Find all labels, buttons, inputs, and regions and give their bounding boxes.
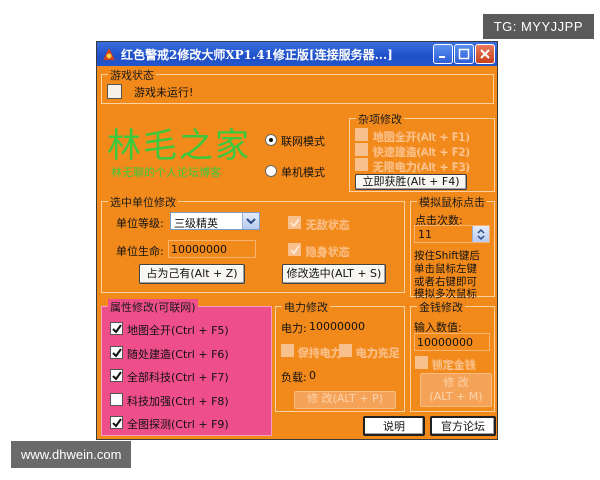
unit-level-select[interactable]: 三级精英 bbox=[170, 212, 260, 230]
radio-online-mode[interactable] bbox=[265, 134, 277, 146]
click-count-spinner[interactable]: 11 bbox=[414, 225, 490, 243]
misc-item-2: 快速建造(Alt + F2) bbox=[372, 145, 470, 158]
logo-text: 林毛之家 bbox=[107, 126, 251, 166]
misc-item-1: 地图全开(Alt + F1) bbox=[372, 130, 470, 143]
attr-checkbox-2[interactable] bbox=[110, 346, 123, 359]
check-icon bbox=[290, 218, 300, 228]
unit-life-label: 单位生命: bbox=[116, 245, 164, 258]
load-label: 负载: bbox=[281, 371, 307, 384]
load-input[interactable]: 0 bbox=[306, 366, 400, 384]
attr-item-5: 全图探测(Ctrl + F9) bbox=[127, 418, 229, 431]
official-forum-button[interactable]: 官方论坛 bbox=[430, 416, 496, 436]
money-input[interactable]: 10000000 bbox=[414, 333, 490, 351]
check-icon bbox=[112, 348, 122, 358]
logo-slogan: 林无聊的个人论坛博客 bbox=[111, 166, 221, 179]
single-mode-label: 单机模式 bbox=[281, 166, 325, 179]
misc-group: 杂项修改 地图全开(Alt + F1) 快速建造(Alt + F2) 无限电力(… bbox=[349, 111, 495, 192]
money-label: 金钱修改 bbox=[417, 299, 465, 315]
game-status-indicator bbox=[107, 84, 122, 99]
check-icon bbox=[112, 324, 122, 334]
unit-opt1-label: 无敌状态 bbox=[305, 218, 349, 231]
money-modify-button[interactable]: 修 改 (ALT + M) bbox=[420, 373, 492, 407]
money-group: 金钱修改 输入数值: 10000000 锁定金钱 修 改 (ALT + M) bbox=[410, 299, 495, 412]
money-modify-line1: 修 改 bbox=[443, 376, 469, 389]
attr-item-3: 全部科技(Ctrl + F7) bbox=[127, 371, 229, 384]
game-status-text: 游戏未运行! bbox=[134, 86, 194, 99]
close-icon bbox=[480, 49, 490, 59]
misc-checkbox-3[interactable] bbox=[355, 158, 368, 171]
watermark-bottom: www.dhwein.com bbox=[11, 441, 132, 468]
power-opt2-label: 电力充足 bbox=[355, 346, 399, 359]
power-label: 电力修改 bbox=[282, 299, 330, 315]
unit-opt1-checkbox[interactable] bbox=[288, 216, 301, 229]
unit-opt2-checkbox[interactable] bbox=[288, 243, 301, 256]
modify-selected-button[interactable]: 修改选中(ALT + S) bbox=[282, 264, 386, 284]
maximize-button[interactable] bbox=[454, 44, 474, 64]
attr-checkbox-1[interactable] bbox=[110, 322, 123, 335]
attribute-group: 属性修改(可联网) 地图全开(Ctrl + F5) 随处建造(Ctrl + F6… bbox=[101, 299, 272, 436]
lock-money-checkbox[interactable] bbox=[415, 356, 428, 369]
misc-label: 杂项修改 bbox=[356, 111, 404, 127]
attr-checkbox-5[interactable] bbox=[110, 416, 123, 429]
lock-money-label: 锁定金钱 bbox=[431, 358, 475, 371]
power-input[interactable]: 10000000 bbox=[306, 317, 400, 335]
money-modify-line2: (ALT + M) bbox=[429, 390, 483, 403]
attr-item-2: 随处建造(Ctrl + F6) bbox=[127, 348, 229, 361]
mouse-click-group: 模拟鼠标点击 点击次数: 11 按住Shift键后 单击鼠标左键 或者右键即可 … bbox=[410, 194, 495, 300]
power-opt1-label: 保持电力 bbox=[297, 346, 341, 359]
spin-icon[interactable] bbox=[472, 226, 489, 242]
maximize-icon bbox=[458, 48, 470, 60]
unit-level-value: 三级精英 bbox=[174, 217, 218, 230]
app-icon bbox=[103, 48, 115, 60]
power-group: 电力修改 电力: 10000000 保持电力 电力充足 负载: 0 修 改(AL… bbox=[275, 299, 405, 412]
window-title: 红色警戒2修改大师XP1.41修正版[连接服务器...] bbox=[121, 48, 393, 62]
unit-opt2-label: 隐身状态 bbox=[305, 245, 349, 258]
unit-group: 选中单位修改 单位等级: 三级精英 无敌状态 单位生命: 10000000 隐身… bbox=[101, 194, 405, 293]
unit-level-label: 单位等级: bbox=[116, 217, 164, 230]
attr-item-4: 科技加强(Ctrl + F8) bbox=[127, 395, 229, 408]
title-bar[interactable]: 红色警戒2修改大师XP1.41修正版[连接服务器...] bbox=[97, 42, 497, 66]
close-button[interactable] bbox=[475, 44, 495, 64]
help-button[interactable]: 说明 bbox=[363, 416, 425, 436]
unit-label: 选中单位修改 bbox=[108, 194, 178, 210]
game-status-label: 游戏状态 bbox=[108, 67, 156, 83]
minimize-button[interactable] bbox=[433, 44, 453, 64]
attribute-label: 属性修改(可联网) bbox=[108, 299, 198, 315]
check-icon bbox=[112, 418, 122, 428]
app-window: 红色警戒2修改大师XP1.41修正版[连接服务器...] 游戏状态 游戏未运行!… bbox=[96, 41, 498, 440]
take-over-button[interactable]: 占为己有(Alt + Z) bbox=[139, 264, 245, 284]
check-icon bbox=[290, 245, 300, 255]
instant-win-button[interactable]: 立即获胜(Alt + F4) bbox=[355, 174, 467, 190]
unit-life-input[interactable]: 10000000 bbox=[168, 240, 256, 258]
power-opt1-checkbox[interactable] bbox=[281, 344, 294, 357]
attr-checkbox-4[interactable] bbox=[110, 393, 123, 406]
attr-checkbox-3[interactable] bbox=[110, 369, 123, 382]
misc-item-3: 无限电力(Alt + F3) bbox=[372, 160, 470, 173]
watermark-top: TG: MYYJJPP bbox=[482, 14, 594, 39]
mouse-click-label: 模拟鼠标点击 bbox=[417, 194, 487, 210]
radio-single-mode[interactable] bbox=[265, 165, 277, 177]
chevron-down-icon[interactable] bbox=[242, 213, 259, 229]
power-modify-button[interactable]: 修 改(ALT + P) bbox=[294, 391, 396, 409]
online-mode-label: 联网模式 bbox=[281, 135, 325, 148]
attr-item-1: 地图全开(Ctrl + F5) bbox=[127, 324, 229, 337]
check-icon bbox=[112, 371, 122, 381]
game-status-group: 游戏状态 游戏未运行! bbox=[101, 67, 494, 104]
minimize-icon bbox=[439, 56, 445, 58]
misc-checkbox-2[interactable] bbox=[355, 143, 368, 156]
misc-checkbox-1[interactable] bbox=[355, 128, 368, 141]
click-count-value: 11 bbox=[418, 228, 432, 241]
power-opt2-checkbox[interactable] bbox=[339, 344, 352, 357]
power-value-label: 电力: bbox=[281, 322, 307, 335]
